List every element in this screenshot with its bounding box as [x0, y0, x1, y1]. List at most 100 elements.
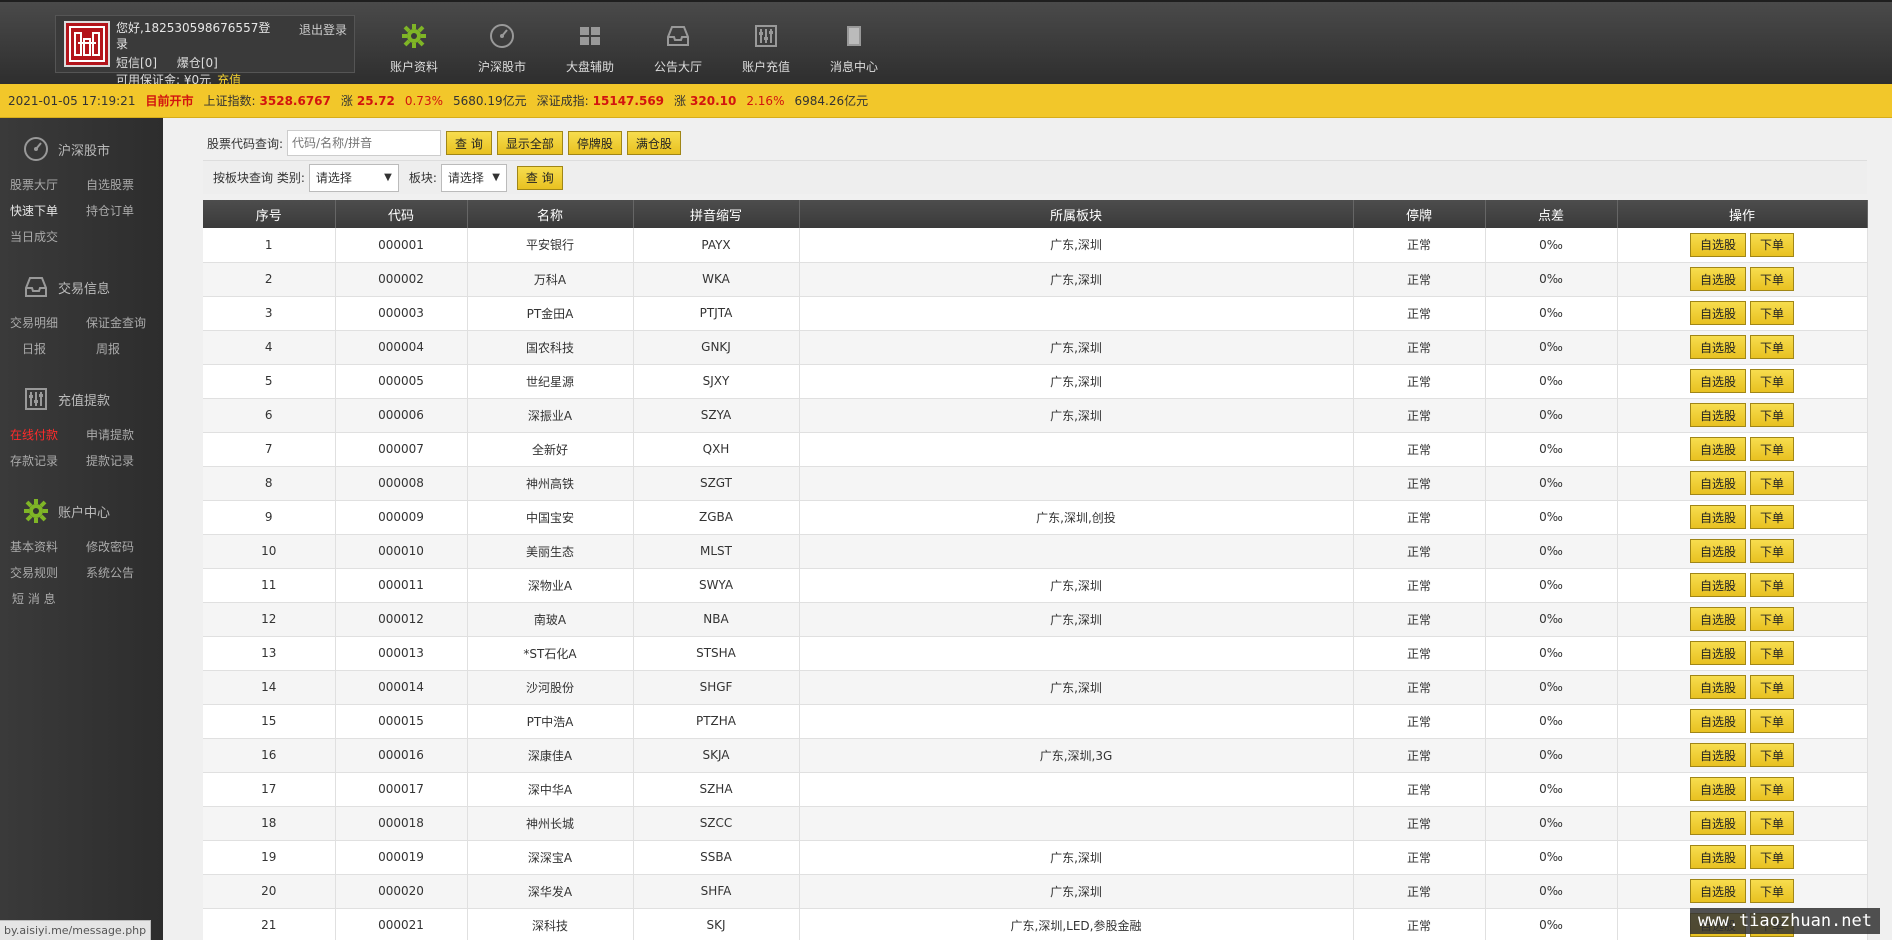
- place-order-button[interactable]: 下单: [1750, 709, 1795, 733]
- place-order-button[interactable]: 下单: [1750, 403, 1795, 427]
- liquidation-count-link[interactable]: 爆仓[0]: [177, 56, 218, 70]
- sidebar-item-trade-rules[interactable]: 交易规则: [10, 560, 86, 586]
- sidebar-item-margin-query[interactable]: 保证金查询: [86, 310, 162, 336]
- table-row: 16 000016 深康佳A SKJA 广东,深圳,3G 正常 0‰ 自选股 下单: [203, 738, 1868, 773]
- app-root: 您好,182530598676557登录 退出登录 短信[0] 爆仓[0] 可用…: [0, 0, 1892, 940]
- sidebar-item-today-trades[interactable]: 当日成交: [10, 224, 86, 250]
- place-order-button[interactable]: 下单: [1750, 437, 1795, 461]
- add-watchlist-button[interactable]: 自选股: [1689, 505, 1746, 529]
- place-order-button[interactable]: 下单: [1750, 845, 1795, 869]
- market-ticker: 2021-01-05 17:19:21 目前开市 上证指数: 3528.6767…: [0, 84, 1892, 118]
- add-watchlist-button[interactable]: 自选股: [1689, 811, 1746, 835]
- sidebar-item-daily-report[interactable]: 日报: [10, 336, 86, 362]
- place-order-button[interactable]: 下单: [1750, 811, 1795, 835]
- sidebar-item-basic-info[interactable]: 基本资料: [10, 534, 86, 560]
- nav-announcements[interactable]: 公告大厅: [634, 18, 722, 75]
- sidebar-item-quick-order[interactable]: 快速下单: [10, 198, 86, 224]
- place-order-button[interactable]: 下单: [1750, 335, 1795, 359]
- sms-count-link[interactable]: 短信[0]: [116, 56, 157, 70]
- nav-account-info[interactable]: 账户资料: [370, 18, 458, 75]
- sidebar-item-withdraw-records[interactable]: 提款记录: [86, 448, 162, 474]
- sidebar-item-online-payment[interactable]: 在线付款: [10, 422, 86, 448]
- row-index: 4: [203, 330, 336, 365]
- sidebar-item-change-password[interactable]: 修改密码: [86, 534, 162, 560]
- place-order-button[interactable]: 下单: [1750, 369, 1795, 393]
- category-select[interactable]: 请选择 ▼: [308, 163, 399, 192]
- add-watchlist-button[interactable]: 自选股: [1689, 369, 1746, 393]
- place-order-button[interactable]: 下单: [1750, 505, 1795, 529]
- stock-search-bar: 股票代码查询: 查 询 显示全部 停牌股 满仓股: [203, 126, 1867, 160]
- add-watchlist-button[interactable]: 自选股: [1689, 232, 1746, 257]
- sidebar-item-short-messages[interactable]: 短 消 息: [10, 586, 86, 612]
- nav-account-recharge[interactable]: 账户充值: [722, 18, 810, 75]
- add-watchlist-button[interactable]: 自选股: [1689, 607, 1746, 631]
- place-order-button[interactable]: 下单: [1750, 607, 1795, 631]
- add-watchlist-button[interactable]: 自选股: [1689, 641, 1746, 665]
- sidebar-item-system-notice[interactable]: 系统公告: [86, 560, 162, 586]
- place-order-button[interactable]: 下单: [1750, 573, 1795, 597]
- place-order-button[interactable]: 下单: [1750, 539, 1795, 563]
- add-watchlist-button[interactable]: 自选股: [1689, 573, 1746, 597]
- table-row: 21000021深科技SKJ广东,深圳,LED,参股金融正常0‰自选股下单: [203, 908, 1868, 940]
- add-watchlist-button[interactable]: 自选股: [1689, 743, 1746, 767]
- place-order-button[interactable]: 下单: [1750, 743, 1795, 767]
- place-order-button[interactable]: 下单: [1750, 641, 1795, 665]
- add-watchlist-button[interactable]: 自选股: [1689, 335, 1746, 359]
- stock-name: 深振业A: [467, 398, 634, 433]
- sidebar-item-trade-details[interactable]: 交易明细: [10, 310, 86, 336]
- table-row: 13 000013 *ST石化A STSHA 正常 0‰ 自选股 下单: [203, 636, 1868, 671]
- sector-tags: [799, 704, 1354, 739]
- row-index: 16: [203, 738, 336, 773]
- add-watchlist-button[interactable]: 自选股: [1689, 539, 1746, 563]
- add-watchlist-button[interactable]: 自选股: [1689, 675, 1746, 699]
- sector-select[interactable]: 请选择 ▼: [440, 163, 507, 192]
- full-position-stocks-button[interactable]: 满仓股: [626, 131, 681, 155]
- add-watchlist-button[interactable]: 自选股: [1689, 777, 1746, 801]
- nav-market-assist[interactable]: 大盘辅助: [546, 18, 634, 75]
- place-order-button[interactable]: 下单: [1750, 879, 1795, 903]
- add-watchlist-button[interactable]: 自选股: [1689, 471, 1746, 495]
- place-order-button[interactable]: 下单: [1750, 301, 1795, 325]
- logout-link[interactable]: 退出登录: [299, 21, 347, 38]
- sidebar-item-weekly-report[interactable]: 周报: [86, 336, 162, 362]
- column-header: 操作: [1617, 200, 1868, 228]
- sidebar-item-withdraw-request[interactable]: 申请提款: [86, 422, 162, 448]
- add-watchlist-button[interactable]: 自选股: [1689, 267, 1746, 291]
- nav-stock-market[interactable]: 沪深股市: [458, 18, 546, 75]
- sidebar-item-deposit-records[interactable]: 存款记录: [10, 448, 86, 474]
- sidebar-heading[interactable]: 充值提款: [0, 382, 163, 416]
- row-actions: 自选股下单: [1617, 636, 1868, 671]
- add-watchlist-button[interactable]: 自选股: [1689, 403, 1746, 427]
- filter-query-button[interactable]: 查 询: [516, 165, 563, 190]
- sidebar-heading[interactable]: 交易信息: [0, 270, 163, 304]
- pinyin-abbr: SZCC: [633, 806, 800, 841]
- pinyin-abbr: SKJ: [633, 908, 800, 940]
- sidebar-item-positions[interactable]: 持仓订单: [86, 198, 162, 224]
- suspended-stocks-button[interactable]: 停牌股: [567, 131, 622, 155]
- place-order-button[interactable]: 下单: [1750, 267, 1795, 291]
- nav-message-center[interactable]: 消息中心: [810, 18, 898, 75]
- sidebar-heading[interactable]: 沪深股市: [0, 132, 163, 166]
- sh-turnover: 5680.19亿元: [452, 94, 527, 108]
- place-order-button[interactable]: 下单: [1750, 232, 1795, 257]
- row-index: 3: [203, 296, 336, 331]
- sector-tags: [799, 296, 1354, 331]
- show-all-button[interactable]: 显示全部: [496, 131, 563, 155]
- stock-code: 000012: [335, 602, 468, 637]
- search-query-button[interactable]: 查 询: [446, 131, 492, 155]
- place-order-button[interactable]: 下单: [1750, 675, 1795, 699]
- add-watchlist-button[interactable]: 自选股: [1689, 437, 1746, 461]
- add-watchlist-button[interactable]: 自选股: [1689, 301, 1746, 325]
- stock-code: 000002: [335, 262, 468, 297]
- place-order-button[interactable]: 下单: [1750, 777, 1795, 801]
- place-order-button[interactable]: 下单: [1750, 471, 1795, 495]
- add-watchlist-button[interactable]: 自选股: [1689, 879, 1746, 903]
- sidebar-heading[interactable]: 账户中心: [0, 494, 163, 528]
- row-actions: 自选股下单: [1617, 330, 1868, 365]
- sidebar-item-stock-hall[interactable]: 股票大厅: [10, 172, 86, 198]
- add-watchlist-button[interactable]: 自选股: [1689, 845, 1746, 869]
- row-index: 12: [203, 602, 336, 637]
- stock-search-input[interactable]: [287, 130, 442, 156]
- sidebar-item-watchlist[interactable]: 自选股票: [86, 172, 162, 198]
- add-watchlist-button[interactable]: 自选股: [1689, 709, 1746, 733]
